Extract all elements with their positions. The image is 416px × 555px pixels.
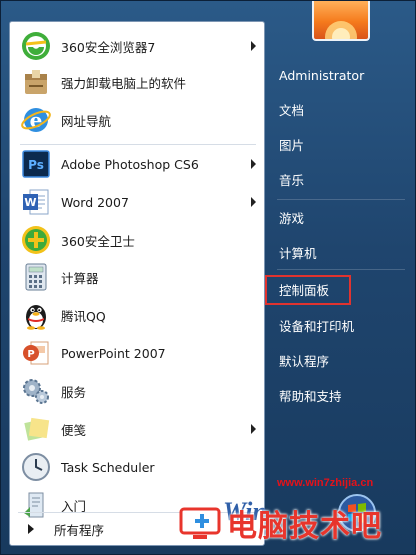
submenu-arrow-icon: [251, 197, 256, 207]
program-powerpoint[interactable]: P PowerPoint 2007: [12, 335, 262, 371]
ie-globe-icon: e: [20, 104, 52, 136]
gears-icon: [20, 375, 52, 407]
monitor-logo-icon: [179, 507, 221, 539]
program-label: PowerPoint 2007: [61, 345, 166, 361]
program-uninstaller[interactable]: 强力卸载电脑上的软件: [12, 64, 262, 100]
svg-text:P: P: [27, 349, 34, 360]
program-photoshop[interactable]: Ps Adobe Photoshop CS6: [12, 146, 262, 182]
programs-pane: 360安全浏览器7 强力卸载电脑上的软件 e 网址导航 Ps Adobe Pho…: [9, 21, 265, 546]
program-services[interactable]: 服务: [12, 373, 262, 409]
separator: [277, 269, 405, 270]
program-label: 腾讯QQ: [61, 308, 106, 324]
calculator-icon: [20, 261, 52, 293]
program-label: 计算器: [61, 270, 99, 286]
qq-penguin-icon: [20, 299, 52, 331]
program-label: 服务: [61, 384, 87, 400]
uninstall-box-icon: [20, 66, 52, 98]
all-programs-label: 所有程序: [54, 522, 105, 538]
link-help-support[interactable]: 帮助和支持: [273, 383, 413, 411]
link-devices-printers[interactable]: 设备和打印机: [273, 313, 413, 341]
clock-icon: [20, 451, 52, 483]
program-qq[interactable]: 腾讯QQ: [12, 297, 262, 333]
watermark-site-name: 电脑技术吧: [227, 509, 382, 544]
360-browser-icon: [20, 30, 52, 62]
sticky-notes-icon: [20, 413, 52, 445]
360-guard-icon: [20, 224, 52, 256]
link-games[interactable]: 游戏: [273, 205, 413, 233]
word-icon: W: [20, 186, 52, 218]
submenu-arrow-icon: [251, 159, 256, 169]
watermark-url: www.win7zhijia.cn: [277, 477, 374, 489]
control-panel-highlight-box: [265, 275, 351, 305]
program-label: 强力卸载电脑上的软件: [61, 75, 187, 91]
photoshop-icon: Ps: [20, 148, 52, 180]
program-word[interactable]: W Word 2007: [12, 184, 262, 220]
separator: [277, 199, 405, 200]
program-label: 360安全卫士: [61, 233, 135, 249]
submenu-arrow-icon: [251, 41, 256, 51]
program-sticky-notes[interactable]: 便笺: [12, 411, 262, 447]
separator: [20, 144, 256, 145]
link-pictures[interactable]: 图片: [273, 132, 413, 160]
program-task-scheduler[interactable]: Task Scheduler: [12, 449, 262, 485]
program-360-browser[interactable]: 360安全浏览器7: [12, 28, 262, 64]
program-label: 网址导航: [61, 113, 112, 129]
program-calculator[interactable]: 计算器: [12, 259, 262, 295]
program-label: 360安全浏览器7: [61, 39, 156, 55]
submenu-arrow-icon: [251, 424, 256, 434]
link-administrator[interactable]: Administrator: [273, 62, 413, 90]
expand-arrow-icon: [28, 524, 34, 534]
svg-text:W: W: [24, 196, 36, 209]
powerpoint-icon: P: [20, 337, 52, 369]
program-label: Task Scheduler: [61, 459, 155, 475]
start-menu: 360安全浏览器7 强力卸载电脑上的软件 e 网址导航 Ps Adobe Pho…: [0, 0, 416, 555]
program-label: 便笺: [61, 422, 87, 438]
program-label: Word 2007: [61, 194, 129, 210]
program-web-navigation[interactable]: e 网址导航: [12, 102, 262, 138]
user-avatar[interactable]: [312, 1, 370, 41]
program-360-guard[interactable]: 360安全卫士: [12, 222, 262, 258]
program-label: Adobe Photoshop CS6: [61, 156, 199, 172]
svg-text:Ps: Ps: [28, 158, 44, 172]
link-documents[interactable]: 文档: [273, 97, 413, 125]
link-default-programs[interactable]: 默认程序: [273, 348, 413, 376]
link-computer[interactable]: 计算机: [273, 240, 413, 268]
link-music[interactable]: 音乐: [273, 167, 413, 195]
